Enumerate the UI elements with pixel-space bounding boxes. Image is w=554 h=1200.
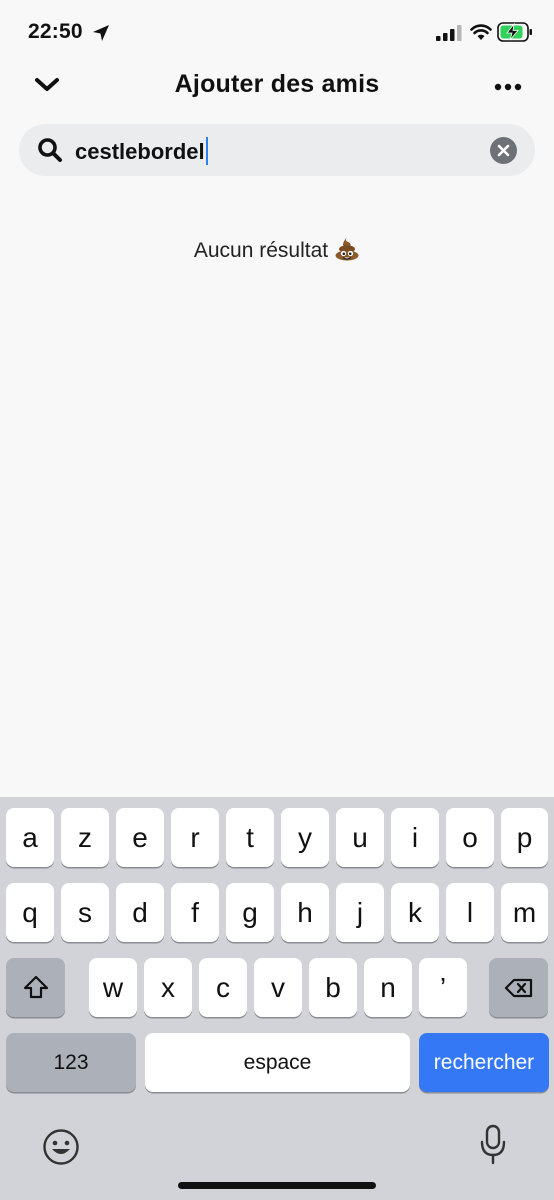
search-key[interactable]: rechercher	[419, 1033, 549, 1092]
text-caret	[205, 137, 208, 165]
key-m[interactable]: m	[501, 883, 548, 942]
emoji-face-icon[interactable]	[42, 1128, 80, 1166]
page-title: Ajouter des amis	[174, 70, 380, 98]
cellular-signal-icon	[436, 25, 462, 41]
keyboard: a z e r t y u i o p q s d f g h j k l m …	[0, 797, 554, 1200]
search-icon	[38, 138, 62, 162]
space-key[interactable]: espace	[145, 1033, 410, 1092]
key-u[interactable]: u	[336, 808, 384, 867]
key-b[interactable]: b	[309, 958, 357, 1017]
search-input-value: cestlebordel	[75, 139, 205, 164]
status-bar: 22:50	[0, 0, 554, 62]
key-n[interactable]: n	[364, 958, 412, 1017]
shift-key[interactable]	[6, 958, 65, 1017]
key-p[interactable]: p	[501, 808, 548, 867]
delete-key[interactable]	[489, 958, 548, 1017]
key-o[interactable]: o	[446, 808, 494, 867]
battery-charging-icon	[497, 22, 532, 42]
key-t[interactable]: t	[226, 808, 274, 867]
more-horizontal-icon[interactable]	[494, 82, 522, 92]
key-e[interactable]: e	[116, 808, 164, 867]
home-indicator[interactable]	[178, 1182, 376, 1189]
status-time: 22:50	[28, 20, 83, 43]
empty-results: Aucun résultat	[0, 236, 554, 263]
wifi-icon	[470, 24, 492, 40]
key-a[interactable]: a	[6, 808, 54, 867]
key-y[interactable]: y	[281, 808, 329, 867]
key-q[interactable]: q	[6, 883, 54, 942]
key-w[interactable]: w	[89, 958, 137, 1017]
key-r[interactable]: r	[171, 808, 219, 867]
clear-circle-icon	[497, 144, 510, 157]
key-f[interactable]: f	[171, 883, 219, 942]
key-x[interactable]: x	[144, 958, 192, 1017]
numbers-key[interactable]: 123	[6, 1033, 136, 1092]
key-v[interactable]: v	[254, 958, 302, 1017]
empty-results-message: Aucun résultat	[193, 239, 329, 262]
search-bar[interactable]: cestlebordel	[19, 124, 535, 176]
key-c[interactable]: c	[199, 958, 247, 1017]
location-arrow-icon	[93, 25, 109, 41]
shift-icon	[23, 975, 48, 998]
pile-of-poo-icon	[335, 237, 359, 261]
search-input[interactable]: cestlebordel	[75, 137, 208, 165]
key-l[interactable]: l	[446, 883, 494, 942]
key-i[interactable]: i	[391, 808, 439, 867]
backspace-icon	[504, 978, 532, 997]
header: Ajouter des amis	[0, 62, 554, 112]
microphone-icon[interactable]	[480, 1124, 506, 1166]
key-z[interactable]: z	[61, 808, 109, 867]
key-j[interactable]: j	[336, 883, 384, 942]
key-k[interactable]: k	[391, 883, 439, 942]
key-apostrophe[interactable]: ’	[419, 958, 467, 1017]
key-g[interactable]: g	[226, 883, 274, 942]
clear-search-button[interactable]	[490, 137, 517, 164]
key-h[interactable]: h	[281, 883, 329, 942]
key-d[interactable]: d	[116, 883, 164, 942]
key-s[interactable]: s	[61, 883, 109, 942]
